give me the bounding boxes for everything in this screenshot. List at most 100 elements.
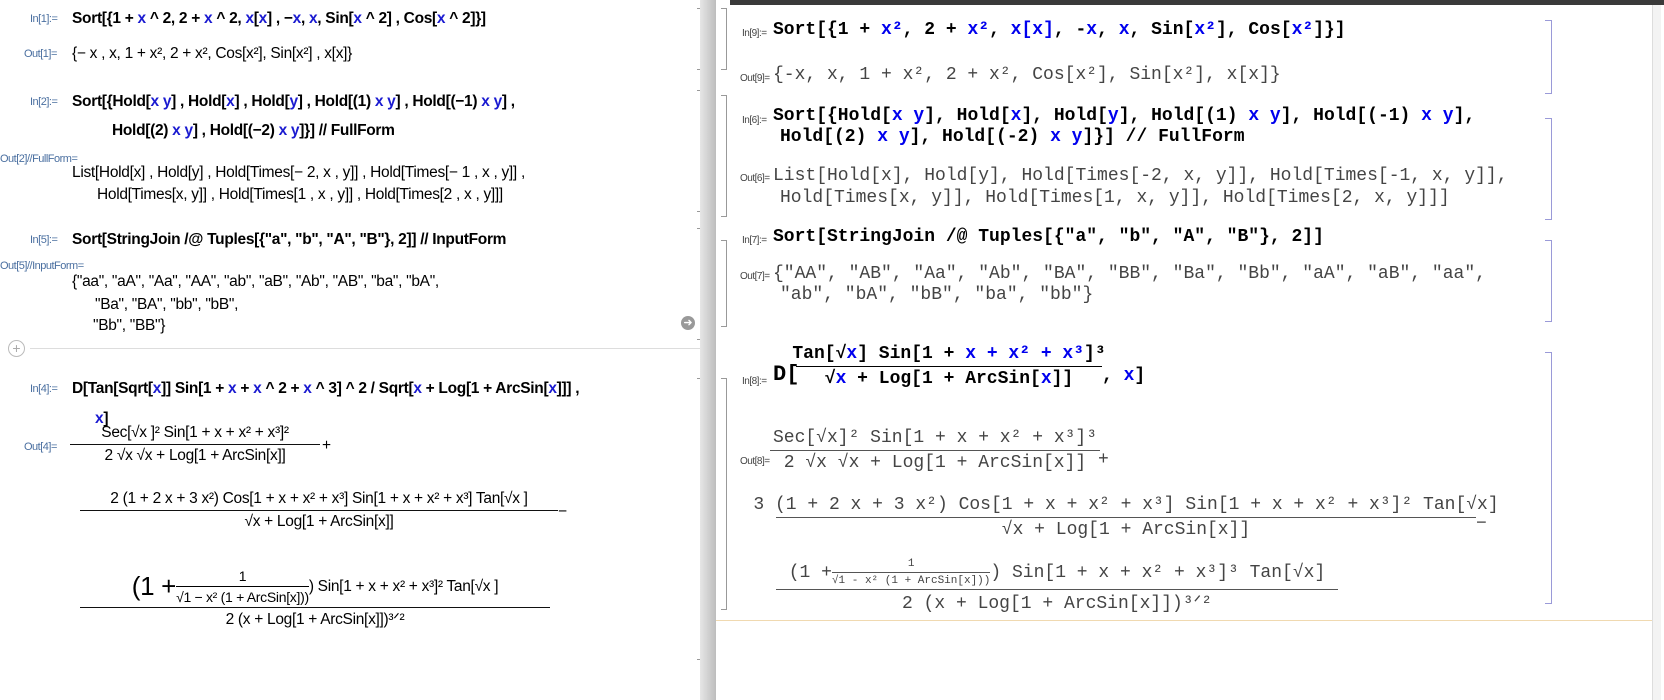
variable-token: x [1040, 369, 1052, 389]
out8-term1: Sec[√x]² Sin[1 + x + x² + x³]³ 2 √x √x + … [770, 428, 1100, 473]
in7-code[interactable]: Sort[StringJoin /@ Tuples[{"a", "b", "A"… [773, 227, 1324, 247]
variable-token: x² [967, 20, 990, 40]
out4-label: Out[4]= [24, 441, 57, 453]
variable-token: x² [1194, 20, 1216, 40]
in1-code[interactable]: Sort[{1 + x ^ 2, 2 + x ^ 2, x[x] , −x, x… [72, 10, 486, 28]
window-title-bar [730, 0, 1664, 5]
variable-token: y [1107, 106, 1119, 126]
inner-numerator: 1 [238, 568, 247, 584]
code-token: , - [1053, 20, 1087, 40]
code-token: ]] [1051, 369, 1074, 389]
out1-label: Out[1]= [24, 48, 57, 60]
numerator-suffix: ) Sin[1 + x + x² + x³]³ Tan[√x] [990, 562, 1326, 583]
out1-value: {− x , x, 1 + x², 2 + x², Cos[x²], Sin[x… [72, 45, 353, 62]
plus-icon[interactable]: + [8, 340, 25, 357]
numerator: (1 + 1 √1 - x² (1 + ArcSin[x])) ) Sin[1 +… [787, 558, 1328, 587]
out4-term3: (1 + 1 √1 − x² (1 + ArcSin[x])) ) Sin[1 +… [80, 568, 550, 629]
in6-code-line1[interactable]: Sort[{Hold[x y], Hold[x], Hold[y], Hold[… [773, 106, 1475, 126]
cell-bracket[interactable] [721, 378, 727, 610]
code-token: ] , [501, 93, 515, 110]
variable-token: x y [150, 93, 172, 110]
cell-bracket[interactable] [1545, 20, 1552, 94]
variable-token: x [292, 10, 302, 27]
fraction-bar [80, 510, 558, 511]
variable-token: x + x² + x³ [965, 344, 1085, 364]
cell-bracket[interactable] [1545, 118, 1552, 220]
numerator: Tan[√x] Sin[1 + x + x² + x³]³ [790, 344, 1107, 364]
in9-label: In[9]:= [742, 28, 767, 39]
variable-token: x [1010, 106, 1022, 126]
code-token: + Log[1 + ArcSin[ [421, 380, 549, 397]
out2-label: Out[2]//FullForm= [0, 153, 78, 165]
code-token: , 2 + [902, 20, 968, 40]
code-token: ]] Sin[1 + [161, 380, 229, 397]
in8-fraction: Tan[√x] Sin[1 + x + x² + x³]³ √x + Log[1 … [792, 344, 1105, 389]
code-token: D[Tan[Sqrt[ [72, 380, 153, 397]
in2-code-line1[interactable]: Sort[{Hold[x y] , Hold[x] , Hold[y] , Ho… [72, 93, 515, 111]
variable-token: x [1086, 20, 1098, 40]
cell-bracket[interactable] [721, 8, 727, 70]
variable-token: x y [278, 122, 300, 139]
code-token: , Sin[ [1129, 20, 1195, 40]
cell-bracket[interactable] [1545, 352, 1552, 604]
arrow-right-icon[interactable]: ➜ [681, 316, 695, 330]
variable-token: x y [172, 122, 193, 139]
in8-label: In[8]:= [742, 376, 767, 387]
fraction-bar [776, 517, 1476, 518]
variable-token: x [303, 380, 312, 397]
out6-line2: Hold[Times[x, y]], Hold[Times[1, x, y]],… [780, 188, 1450, 208]
code-token: ]³ [1084, 344, 1106, 364]
code-token: ], Hold[ [1021, 106, 1108, 126]
numerator: (1 + 1 √1 − x² (1 + ArcSin[x])) ) Sin[1 +… [130, 568, 501, 605]
in4-code-line1[interactable]: D[Tan[Sqrt[x]] Sin[1 + x + x ^ 2 + x ^ 3… [72, 380, 580, 398]
variable-token: x [258, 10, 268, 27]
left-notebook-window: In[1]:= Sort[{1 + x ^ 2, 2 + x ^ 2, x[x]… [0, 0, 705, 700]
variable-token: x [413, 380, 422, 397]
code-token: ] , Hold[ [234, 93, 290, 110]
variable-token: x [152, 380, 162, 397]
fraction-bar [831, 572, 991, 573]
out5-line3: "Bb", "BB"} [93, 317, 166, 334]
fraction-bar [776, 589, 1338, 590]
in5-code[interactable]: Sort[StringJoin /@ Tuples[{"a", "b", "A"… [72, 231, 506, 249]
in2-code-line2[interactable]: Hold[(2) x y] , Hold[(−2) x y]}] // Full… [112, 122, 395, 140]
in9-code[interactable]: Sort[{1 + x², 2 + x², x[x], -x, x, Sin[x… [773, 20, 1346, 40]
variable-token: x² [881, 20, 903, 40]
code-token: ]}] // FullForm [1082, 127, 1245, 147]
code-token: + [236, 380, 254, 397]
in6-code-line2[interactable]: Hold[(2) x y], Hold[(-2) x y]}] // FullF… [780, 127, 1245, 147]
code-token: ], [1453, 106, 1476, 126]
inner-denominator: √1 − x² (1 + ArcSin[x])) [176, 589, 309, 605]
out7-line1: {"AA", "AB", "Aa", "Ab", "BA", "BB", "Ba… [773, 264, 1486, 284]
cell-bracket[interactable] [721, 95, 727, 217]
code-token: ^ 2, 2 + [145, 10, 204, 27]
out7-line2: "ab", "bA", "bB", "ba", "bb"} [780, 285, 1094, 305]
denominator: √x + Log[1 + ArcSin[x]] [823, 369, 1075, 389]
variable-token: x y [1050, 127, 1083, 147]
code-token: ^ 2]}] [445, 10, 486, 27]
code-token: , [1102, 366, 1124, 386]
out8-label: Out[8]= [740, 456, 770, 467]
variable-token: x [548, 380, 557, 397]
variable-token: x y [891, 106, 925, 126]
code-token: , [1097, 20, 1119, 40]
numerator-prefix: (1 + [788, 562, 832, 583]
code-token: , [300, 10, 309, 27]
vertical-scrollbar[interactable] [1652, 5, 1661, 700]
code-token: ], Hold[(1) [1118, 106, 1249, 126]
cell-bracket[interactable] [1545, 240, 1552, 322]
fraction-bar [80, 607, 550, 608]
out4-term2: 2 (1 + 2 x + 3 x²) Cos[1 + x + x² + x³] … [80, 490, 558, 531]
code-token: , [989, 20, 1011, 40]
out6-line1: List[Hold[x], Hold[y], Hold[Times[-2, x,… [773, 166, 1508, 186]
code-token: ] , Hold[(1) [297, 93, 375, 110]
minus-operator: − [1476, 514, 1487, 534]
inner-numerator: 1 [907, 558, 915, 570]
numerator-prefix: (1 + [131, 571, 177, 601]
code-token: Hold[(2) [112, 122, 173, 139]
cell-bracket[interactable] [721, 240, 727, 327]
variable-token: x [846, 344, 858, 364]
denominator: 2 √x √x + Log[1 + ArcSin[x]] [104, 447, 286, 464]
code-token: , Sin[ [317, 10, 354, 27]
inner-fraction: 1 √1 − x² (1 + ArcSin[x])) [176, 568, 309, 605]
